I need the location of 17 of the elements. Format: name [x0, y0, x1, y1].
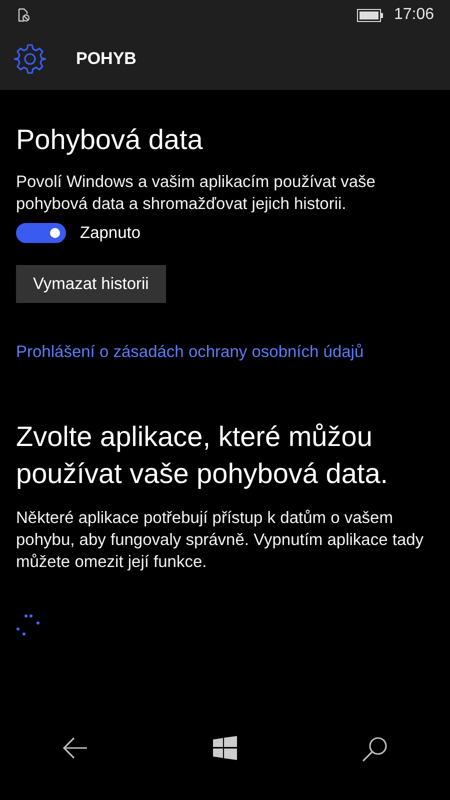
loading-spinner-icon	[16, 613, 40, 637]
section-title: Pohybová data	[16, 123, 204, 157]
page-title: POHYB	[76, 49, 136, 69]
apps-description: Některé aplikace potřebují přístup k datům o vašem pohybu, aby fungovaly správně. Vypnutím aplikace tady můžete omezit její funkce.	[16, 508, 425, 573]
clock-time: 17:06	[394, 6, 434, 24]
settings-icon	[14, 43, 46, 75]
no-sim-icon	[18, 8, 30, 22]
clear-history-button[interactable]: Vymazat historii	[16, 265, 166, 303]
privacy-link[interactable]: Prohlášení o zásadách ochrany osobních údajů	[16, 343, 434, 362]
toggle-label: Zapnuto	[80, 224, 141, 242]
apps-title: Zvolte aplikace, které můžou používat vaše pohybová data.	[16, 420, 390, 491]
back-arrow-icon	[62, 736, 88, 760]
toggle-switch[interactable]	[16, 223, 66, 243]
battery-icon	[356, 8, 384, 22]
search-icon	[362, 736, 388, 762]
section-description: Povolí Windows a vašim aplikacím používat vaše pohybová data a shromažďovat jejich historii.	[16, 172, 376, 215]
windows-icon	[212, 736, 237, 760]
